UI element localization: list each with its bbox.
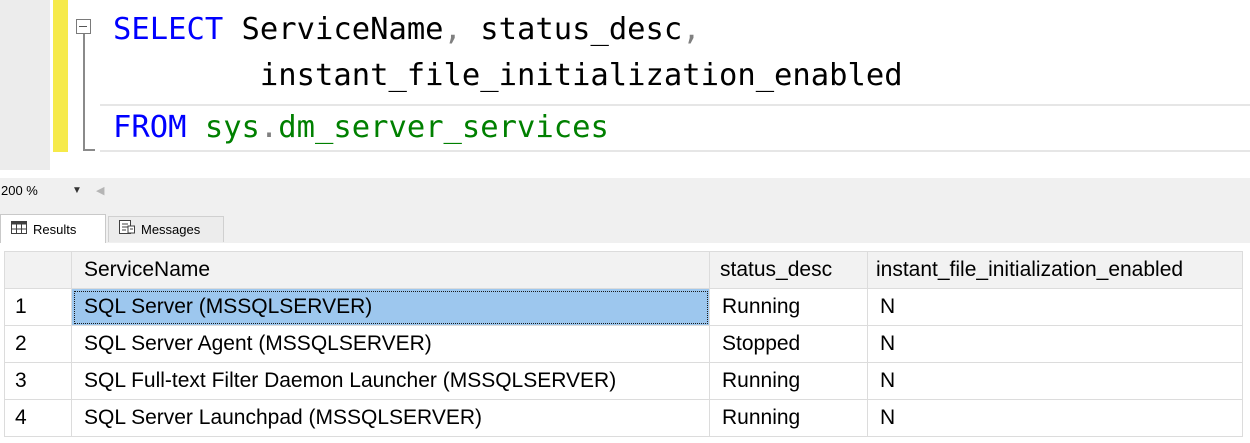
table-cell[interactable]: N	[867, 399, 1243, 437]
tab-label: Messages	[141, 221, 201, 237]
tab-label: Results	[33, 221, 77, 237]
editor-status-strip: 200 % ▼ ◀	[0, 178, 1250, 206]
row-number[interactable]: 1	[4, 288, 72, 326]
row-number[interactable]: 4	[4, 399, 72, 437]
code-line-2[interactable]: instant_file_initialization_enabled	[113, 54, 903, 98]
sql-keyword: SELECT	[113, 12, 224, 47]
results-grid[interactable]: ServiceName status_desc instant_file_ini…	[4, 251, 1243, 437]
column-identifier: instant_file_initialization_enabled	[259, 58, 903, 93]
column-identifier: status_desc	[461, 12, 683, 47]
editor-gutter	[0, 0, 50, 170]
results-tab-strip: Results Messages	[0, 206, 1250, 244]
column-header-label: instant_file_initialization_enabled	[876, 258, 1184, 281]
row-number[interactable]: 3	[4, 362, 72, 400]
table-cell[interactable]: Running	[709, 362, 868, 400]
grid-icon	[11, 219, 27, 241]
change-tracking-bar	[53, 0, 68, 152]
collapse-region-icon[interactable]	[76, 19, 91, 34]
table-cell[interactable]: Running	[709, 399, 868, 437]
code-line-3[interactable]: FROM sys.dm_server_services	[113, 106, 609, 150]
column-header-label: ServiceName	[84, 258, 211, 281]
sql-editor[interactable]: SELECT ServiceName, status_desc, instant…	[0, 0, 1250, 170]
column-header-status-desc[interactable]: status_desc	[709, 251, 868, 289]
chevron-down-icon[interactable]: ▼	[72, 181, 82, 201]
table-cell[interactable]: N	[867, 288, 1243, 326]
table-cell[interactable]: SQL Server Launchpad (MSSQLSERVER)	[71, 399, 710, 437]
results-grid-area: ServiceName status_desc instant_file_ini…	[0, 243, 1250, 443]
code-line-1[interactable]: SELECT ServiceName, status_desc,	[113, 8, 701, 52]
column-identifier: ServiceName	[223, 12, 444, 47]
column-header-label: status_desc	[720, 258, 833, 281]
zoom-value: 200 %	[1, 183, 38, 198]
table-cell[interactable]: N	[867, 325, 1243, 363]
table-cell[interactable]: Stopped	[709, 325, 868, 363]
table-row[interactable]: 3 SQL Full-text Filter Daemon Launcher (…	[4, 362, 1243, 400]
row-number-header[interactable]	[4, 251, 72, 289]
fold-region-line	[83, 34, 85, 150]
dot: .	[259, 110, 279, 145]
zoom-dropdown[interactable]: 200 % ▼	[0, 181, 92, 201]
tab-messages[interactable]: Messages	[108, 216, 224, 242]
table-cell[interactable]: SQL Server Agent (MSSQLSERVER)	[71, 325, 710, 363]
sql-keyword: FROM	[113, 110, 187, 145]
header-row: ServiceName status_desc instant_file_ini…	[4, 251, 1243, 289]
table-cell[interactable]: N	[867, 362, 1243, 400]
system-view-identifier: dm_server_services	[278, 110, 609, 145]
column-header-servicename[interactable]: ServiceName	[71, 251, 710, 289]
comma: ,	[682, 12, 701, 47]
messages-icon	[119, 219, 135, 241]
selected-cell[interactable]: SQL Server (MSSQLSERVER)	[71, 288, 710, 326]
table-cell[interactable]: SQL Full-text Filter Daemon Launcher (MS…	[71, 362, 710, 400]
table-row[interactable]: 1 SQL Server (MSSQLSERVER) Running N	[4, 288, 1243, 326]
fold-region-end	[83, 149, 95, 151]
column-header-ifi-enabled[interactable]: instant_file_initialization_enabled	[867, 251, 1243, 289]
row-number[interactable]: 2	[4, 325, 72, 363]
schema-identifier: sys	[204, 110, 260, 145]
comma: ,	[443, 12, 462, 47]
table-row[interactable]: 2 SQL Server Agent (MSSQLSERVER) Stopped…	[4, 325, 1243, 363]
table-row[interactable]: 4 SQL Server Launchpad (MSSQLSERVER) Run…	[4, 399, 1243, 437]
scroll-left-icon[interactable]: ◀	[96, 181, 104, 201]
tab-results[interactable]: Results	[0, 214, 106, 244]
table-cell[interactable]: Running	[709, 288, 868, 326]
